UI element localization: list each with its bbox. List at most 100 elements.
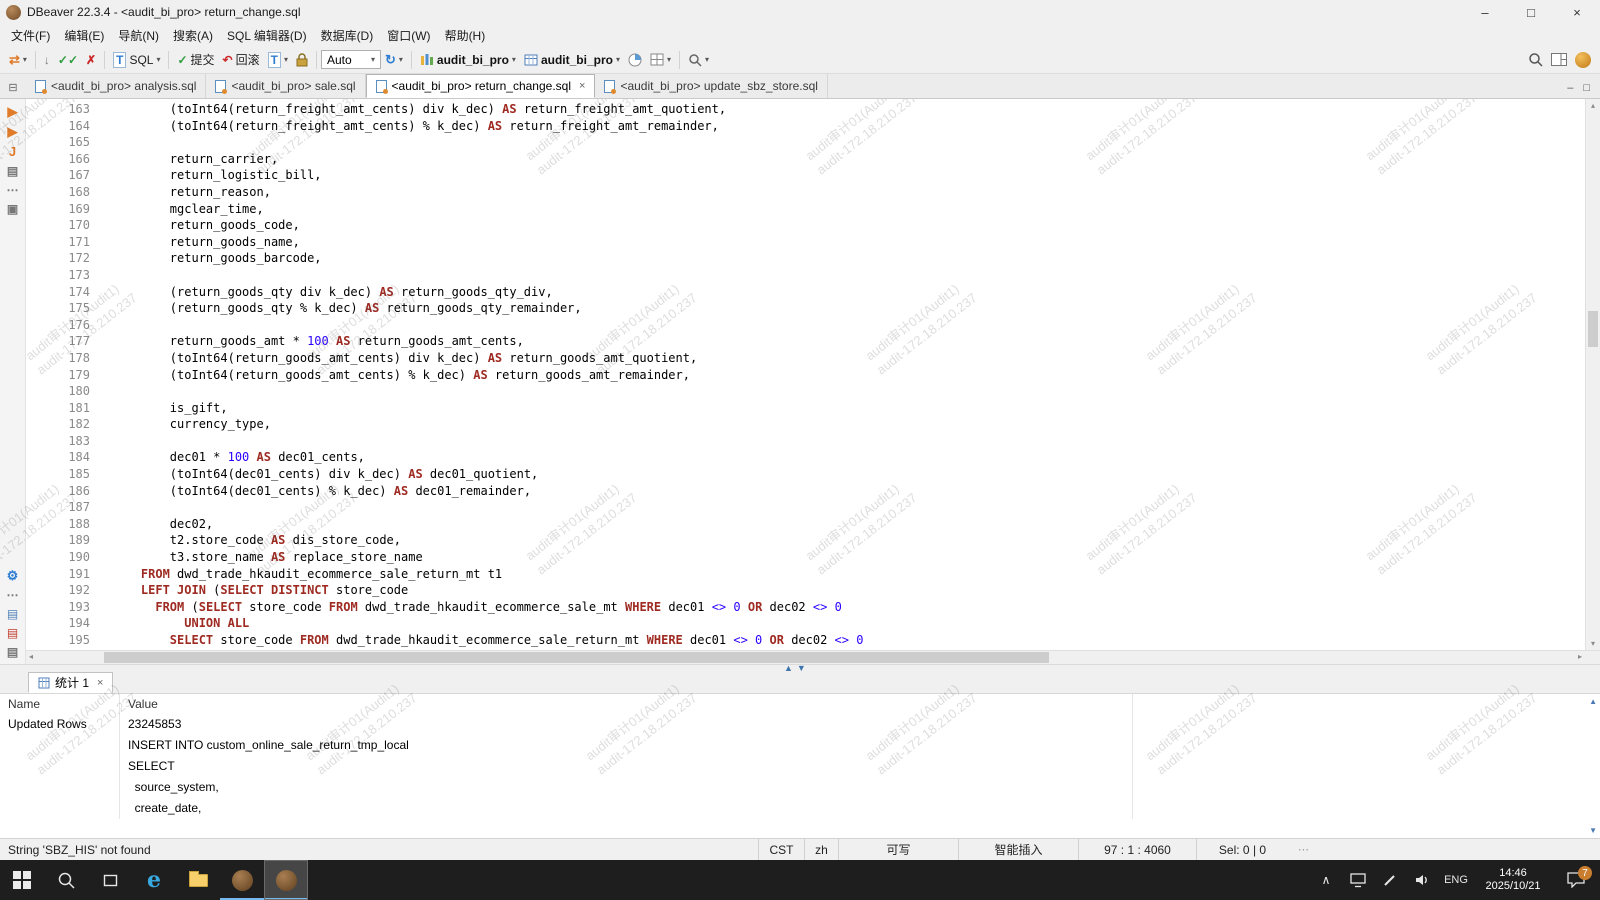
- volume-tray-button[interactable]: [1406, 860, 1438, 900]
- new-connection-button[interactable]: ⇄ ▾: [5, 50, 31, 70]
- column-header-value[interactable]: Value: [120, 694, 1133, 714]
- h-scroll-thumb[interactable]: [104, 652, 1049, 663]
- search-icon: [688, 53, 702, 67]
- pen-tray-button[interactable]: [1374, 860, 1406, 900]
- edge-browser-button[interactable]: e: [132, 860, 176, 900]
- notification-center-button[interactable]: 7: [1552, 860, 1600, 900]
- commit-all-button[interactable]: ✓✓: [54, 51, 82, 69]
- editor-tab-1[interactable]: <audit_bi_pro> sale.sql: [206, 74, 365, 98]
- menu-item-7[interactable]: 帮助(H): [438, 25, 493, 46]
- stats-row-0[interactable]: Updated Rows23245853: [0, 714, 1600, 735]
- segments-button[interactable]: [624, 51, 646, 69]
- stats-row-4[interactable]: create_date,: [0, 798, 1600, 819]
- job-icon[interactable]: J: [9, 145, 16, 158]
- scroll-right-icon[interactable]: ▸: [1578, 652, 1582, 661]
- console-icon[interactable]: ▣: [7, 203, 18, 215]
- refresh-button[interactable]: ↻ ▾: [381, 50, 407, 70]
- vertical-scrollbar[interactable]: ▴ ▾: [1585, 99, 1600, 650]
- stats-row-3[interactable]: source_system,: [0, 777, 1600, 798]
- editor-tab-0[interactable]: <audit_bi_pro> analysis.sql: [26, 74, 206, 98]
- stats-tab[interactable]: 统计 1 ×: [28, 672, 113, 693]
- taskbar-search-button[interactable]: [44, 860, 88, 900]
- task-view-button[interactable]: [88, 860, 132, 900]
- splitter-up-icon[interactable]: ▲: [784, 663, 793, 673]
- more-dots-icon[interactable]: ⋯: [7, 184, 19, 196]
- stats-row-1[interactable]: INSERT INTO custom_online_sale_return_tm…: [0, 735, 1600, 756]
- splitter-down-icon[interactable]: ▼: [797, 663, 806, 673]
- dbeaver-taskbar-button-active[interactable]: [264, 860, 308, 900]
- scroll-down-icon[interactable]: ▾: [1586, 639, 1600, 648]
- v-scroll-thumb[interactable]: [1588, 311, 1598, 347]
- transaction-icon: T: [268, 52, 281, 68]
- menu-item-5[interactable]: 数据库(D): [314, 25, 381, 46]
- panel-splitter[interactable]: ▲ ▼: [0, 664, 1600, 672]
- language-indicator[interactable]: ENG: [1438, 860, 1474, 900]
- horizontal-scrollbar[interactable]: ◂ ▸: [26, 650, 1600, 664]
- status-items: CSTzh可写智能插入97 : 1 : 4060Sel: 0 | 0: [758, 839, 1288, 860]
- pro-badge-button[interactable]: [1571, 50, 1595, 70]
- more-dots-icon[interactable]: ⋯: [7, 589, 19, 601]
- line-number: 188: [26, 516, 90, 533]
- minimize-window-button[interactable]: –: [1462, 0, 1508, 24]
- close-window-button[interactable]: ×: [1554, 0, 1600, 24]
- panel-scroll-down-icon[interactable]: ▼: [1589, 826, 1597, 835]
- new-sql-editor-button[interactable]: T SQL ▾: [109, 50, 164, 70]
- commit-button[interactable]: ✓ 提交: [173, 49, 218, 70]
- line-number: 179: [26, 367, 90, 384]
- clipboard-icon[interactable]: ▤: [7, 165, 18, 177]
- run-selection-icon[interactable]: ▶: [8, 125, 18, 138]
- restore-panel-icon[interactable]: ⊟: [0, 81, 26, 98]
- editor-tab-3[interactable]: <audit_bi_pro> update_sbz_store.sql: [595, 74, 827, 98]
- rollback-button[interactable]: ↶ 回滚: [219, 49, 264, 70]
- toolbar-search-button[interactable]: ▾: [684, 51, 713, 69]
- rollback-all-button[interactable]: ✗: [82, 51, 100, 69]
- panel-scroll-up-icon[interactable]: ▲: [1589, 697, 1597, 706]
- sql-editor[interactable]: 1631641651661671681691701711721731741751…: [26, 99, 1600, 664]
- column-header-name[interactable]: Name: [0, 694, 120, 714]
- dbeaver-taskbar-button[interactable]: [220, 860, 264, 900]
- line-number: 181: [26, 400, 90, 417]
- scroll-left-icon[interactable]: ◂: [29, 652, 33, 661]
- menu-item-1[interactable]: 编辑(E): [57, 25, 111, 46]
- transaction-mode-button[interactable]: T ▾: [264, 50, 292, 70]
- code-line: return_goods_amt * 100 AS return_goods_a…: [112, 333, 1584, 350]
- document-red-icon[interactable]: ▤: [7, 627, 18, 639]
- layout-button[interactable]: [1547, 51, 1571, 68]
- document-edit-icon[interactable]: ▤: [7, 646, 18, 658]
- menu-item-6[interactable]: 窗口(W): [380, 25, 437, 46]
- code-line: FROM (SELECT store_code FROM dwd_trade_h…: [112, 599, 1584, 616]
- pen-icon: [1383, 873, 1397, 887]
- display-tray-button[interactable]: [1342, 860, 1374, 900]
- settings-gear-icon[interactable]: ⚙: [7, 569, 19, 582]
- stats-row-2[interactable]: SELECT: [0, 756, 1600, 777]
- tab-close-icon[interactable]: ×: [579, 80, 585, 92]
- result-grid-button[interactable]: ▾: [646, 51, 675, 68]
- taskbar-clock[interactable]: 14:46 2025/10/21: [1474, 867, 1552, 893]
- fetch-button[interactable]: ↓: [40, 51, 54, 69]
- minimize-editor-icon[interactable]: –: [1567, 82, 1573, 94]
- stats-tab-close-icon[interactable]: ×: [97, 677, 103, 689]
- line-number: 166: [26, 151, 90, 168]
- code-area[interactable]: (toInt64(return_freight_amt_cents) div k…: [104, 101, 1584, 650]
- start-button[interactable]: [0, 860, 44, 900]
- notification-badge: 7: [1578, 866, 1592, 880]
- file-explorer-button[interactable]: [176, 860, 220, 900]
- maximize-editor-icon[interactable]: □: [1583, 82, 1590, 94]
- window-title: DBeaver 22.3.4 - <audit_bi_pro> return_c…: [27, 5, 301, 19]
- maximize-window-button[interactable]: □: [1508, 0, 1554, 24]
- schema-selector[interactable]: audit_bi_pro ▾: [520, 51, 624, 69]
- autocommit-select[interactable]: Auto ▾: [321, 50, 381, 69]
- hidden-icons-button[interactable]: ∧: [1310, 860, 1342, 900]
- menu-item-3[interactable]: 搜索(A): [166, 25, 220, 46]
- quick-search-button[interactable]: [1524, 50, 1547, 69]
- menu-item-0[interactable]: 文件(F): [4, 25, 57, 46]
- run-script-icon[interactable]: ▶: [8, 105, 18, 118]
- editor-tab-2[interactable]: <audit_bi_pro> return_change.sql×: [366, 74, 596, 98]
- scroll-up-icon[interactable]: ▴: [1586, 101, 1600, 110]
- lock-button[interactable]: [292, 51, 312, 69]
- menu-item-4[interactable]: SQL 编辑器(D): [220, 25, 314, 46]
- document-blue-icon[interactable]: ▤: [7, 608, 18, 620]
- code-line: return_reason,: [112, 184, 1584, 201]
- menu-item-2[interactable]: 导航(N): [111, 25, 166, 46]
- connection-selector[interactable]: audit_bi_pro ▾: [416, 51, 520, 69]
